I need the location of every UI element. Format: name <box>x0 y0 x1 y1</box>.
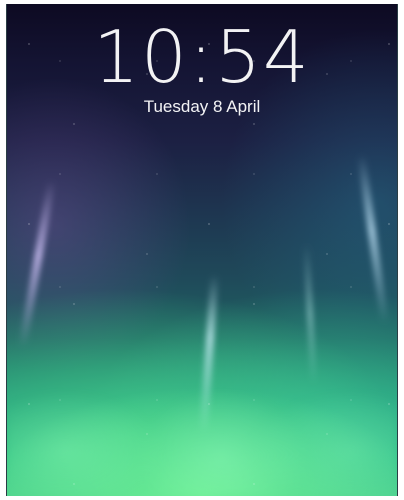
aurora-glow <box>7 346 397 496</box>
lock-screen[interactable]: 10:54 Tuesday 8 April <box>6 4 398 496</box>
lock-screen-clock: 10:54 <box>93 15 311 99</box>
device-frame: 10:54 Tuesday 8 April <box>0 0 404 500</box>
lock-screen-date: Tuesday 8 April <box>143 97 261 116</box>
